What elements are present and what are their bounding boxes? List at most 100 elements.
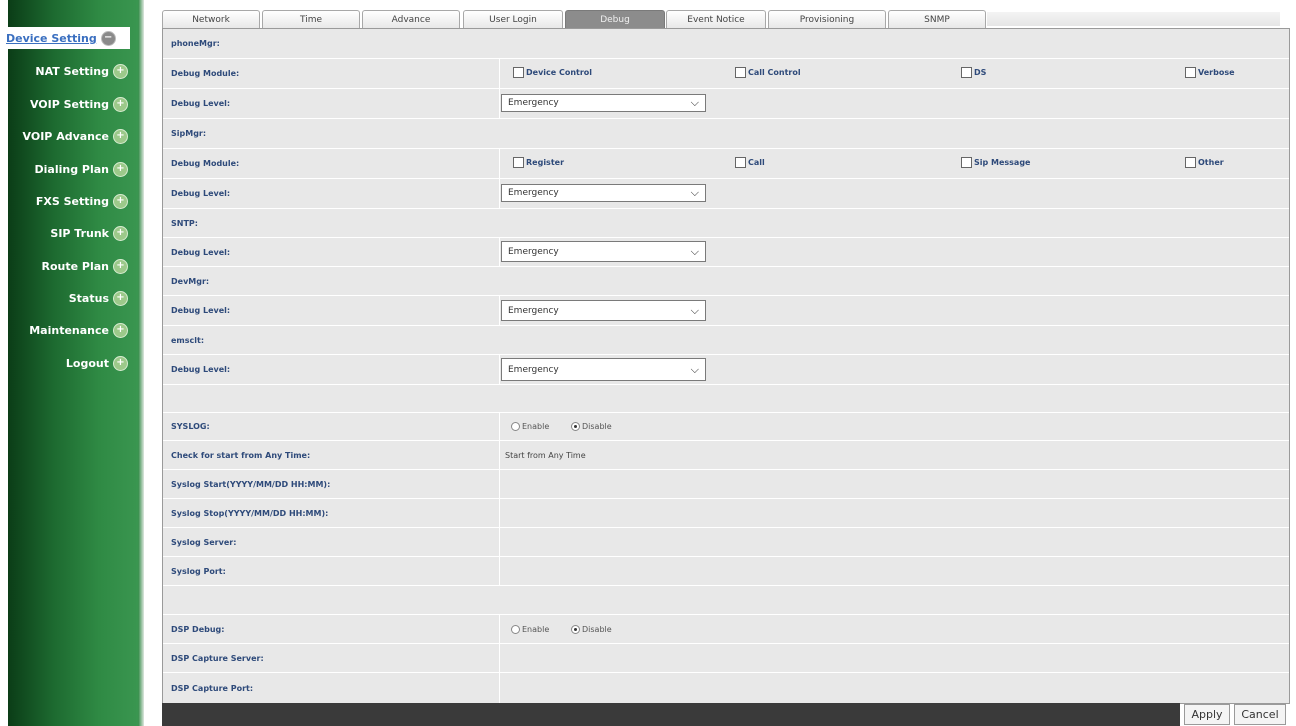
chevron-down-icon[interactable]: ⌵: [691, 359, 699, 380]
checkbox-other[interactable]: Other: [1185, 157, 1224, 168]
plus-circle-icon[interactable]: +: [113, 63, 128, 79]
sntp-level-row: Debug Level: Emergency ⌵: [163, 238, 1289, 267]
plus-circle-icon[interactable]: +: [113, 355, 128, 371]
plus-circle-icon[interactable]: +: [113, 322, 128, 338]
tab-user-login[interactable]: User Login: [463, 10, 563, 28]
field-label: DSP Debug:: [171, 624, 225, 634]
syslog-enable-radio[interactable]: Enable: [511, 422, 549, 431]
radio-dot[interactable]: [571, 625, 580, 634]
phonemgr-header-row: phoneMgr:: [163, 29, 1289, 59]
tab-debug[interactable]: Debug: [565, 10, 665, 28]
emsclt-debug-level-select[interactable]: Emergency ⌵: [501, 358, 706, 381]
syslog-anytime-row: Check for start from Any Time: Start fro…: [163, 441, 1289, 470]
tab-advance[interactable]: Advance: [362, 10, 460, 28]
chevron-down-icon[interactable]: ⌵: [691, 185, 699, 201]
sidebar-item-status[interactable]: Status +: [69, 287, 128, 309]
field-label: Debug Module:: [171, 159, 240, 168]
radio-label: Disable: [582, 625, 612, 634]
tab-event-notice[interactable]: Event Notice: [666, 10, 766, 28]
cell-divider: [499, 673, 500, 703]
sidebar-item-sip-trunk[interactable]: SIP Trunk +: [50, 222, 128, 244]
dsp-port-row: DSP Capture Port:: [163, 673, 1289, 703]
sidebar-item-label: SIP Trunk: [50, 226, 109, 240]
plus-circle-icon[interactable]: +: [113, 128, 128, 144]
checkbox-box[interactable]: [961, 67, 972, 78]
sidebar-item-route-plan[interactable]: Route Plan +: [42, 255, 128, 277]
field-label: Debug Module:: [171, 69, 240, 78]
syslog-disable-radio[interactable]: Disable: [571, 422, 612, 431]
checkbox-device-control[interactable]: Device Control: [513, 67, 592, 78]
devmgr-header-row: DevMgr:: [163, 267, 1289, 296]
cell-divider: [499, 355, 500, 384]
sipmgr-debug-level-select[interactable]: Emergency ⌵: [501, 184, 706, 202]
checkbox-register[interactable]: Register: [513, 157, 564, 168]
section-title: DevMgr:: [171, 276, 210, 286]
checkbox-call-control[interactable]: Call Control: [735, 67, 801, 78]
tab-snmp[interactable]: SNMP: [888, 10, 986, 28]
tab-provisioning[interactable]: Provisioning: [768, 10, 886, 28]
spacer-row: [163, 586, 1289, 615]
sidebar-item-maintenance[interactable]: Maintenance +: [29, 319, 128, 341]
radio-dot[interactable]: [571, 422, 580, 431]
cell-divider: [499, 413, 500, 440]
phonemgr-debug-level-select[interactable]: Emergency ⌵: [501, 94, 706, 112]
tab-network[interactable]: Network: [162, 10, 260, 28]
select-value: Emergency: [508, 305, 559, 316]
checkbox-box[interactable]: [513, 67, 524, 78]
plus-circle-icon[interactable]: +: [113, 225, 128, 241]
checkbox-call[interactable]: Call: [735, 157, 765, 168]
sidebar-item-logout[interactable]: Logout +: [66, 352, 128, 374]
section-title: SNTP:: [171, 218, 198, 228]
plus-circle-icon[interactable]: +: [113, 258, 128, 274]
apply-button[interactable]: Apply: [1184, 704, 1230, 725]
checkbox-box[interactable]: [735, 67, 746, 78]
sidebar-item-voip-setting[interactable]: VOIP Setting +: [30, 93, 128, 115]
field-label: Debug Level:: [171, 365, 231, 374]
dsp-disable-radio[interactable]: Disable: [571, 625, 612, 634]
radio-label: Enable: [522, 422, 550, 431]
field-label: DSP Capture Port:: [171, 683, 254, 693]
checkbox-box[interactable]: [1185, 67, 1196, 78]
plus-circle-icon[interactable]: +: [113, 96, 128, 112]
syslog-port-row: Syslog Port:: [163, 557, 1289, 586]
plus-circle-icon[interactable]: +: [113, 193, 128, 209]
chevron-down-icon[interactable]: ⌵: [691, 95, 699, 111]
syslog-anytime-value: Start from Any Time: [505, 451, 586, 460]
field-label: Syslog Start(YYYY/MM/DD HH:MM):: [171, 479, 331, 489]
checkbox-box[interactable]: [735, 157, 746, 168]
devmgr-debug-level-select[interactable]: Emergency ⌵: [501, 300, 706, 321]
sidebar-item-fxs-setting[interactable]: FXS Setting +: [36, 190, 128, 212]
radio-dot[interactable]: [511, 625, 520, 634]
checkbox-label: Verbose: [1198, 68, 1235, 77]
sidebar-item-voip-advance[interactable]: VOIP Advance +: [23, 125, 128, 147]
chevron-down-icon[interactable]: ⌵: [691, 301, 699, 320]
minus-circle-icon[interactable]: −: [100, 30, 116, 46]
sntp-debug-level-select[interactable]: Emergency ⌵: [501, 241, 706, 262]
checkbox-sip-message[interactable]: Sip Message: [961, 157, 1030, 168]
sidebar-item-nat-setting[interactable]: NAT Setting +: [35, 60, 128, 82]
radio-dot[interactable]: [511, 422, 520, 431]
checkbox-label: Other: [1198, 158, 1224, 167]
sidebar-item-device-setting[interactable]: Device Setting −: [2, 27, 130, 49]
dsp-enable-radio[interactable]: Enable: [511, 625, 549, 634]
cancel-button[interactable]: Cancel: [1234, 704, 1286, 725]
sidebar-edge: [138, 0, 144, 726]
checkbox-box[interactable]: [1185, 157, 1196, 168]
sidebar-item-dialing-plan[interactable]: Dialing Plan +: [34, 158, 128, 180]
chevron-down-icon[interactable]: ⌵: [691, 242, 699, 261]
checkbox-box[interactable]: [961, 157, 972, 168]
select-value: Emergency: [508, 364, 559, 375]
cell-divider: [499, 557, 500, 585]
sidebar-item-label: Logout: [65, 356, 109, 370]
checkbox-verbose[interactable]: Verbose: [1185, 67, 1235, 78]
section-title: phoneMgr:: [171, 39, 220, 48]
checkbox-ds[interactable]: DS: [961, 67, 986, 78]
field-label: Debug Level:: [171, 99, 231, 108]
checkbox-box[interactable]: [513, 157, 524, 168]
tab-time[interactable]: Time: [262, 10, 360, 28]
checkbox-label: Call: [748, 158, 765, 167]
sidebar-item-label: Dialing Plan: [34, 162, 110, 176]
plus-circle-icon[interactable]: +: [113, 290, 128, 306]
cell-divider: [499, 470, 500, 498]
plus-circle-icon[interactable]: +: [113, 161, 128, 177]
